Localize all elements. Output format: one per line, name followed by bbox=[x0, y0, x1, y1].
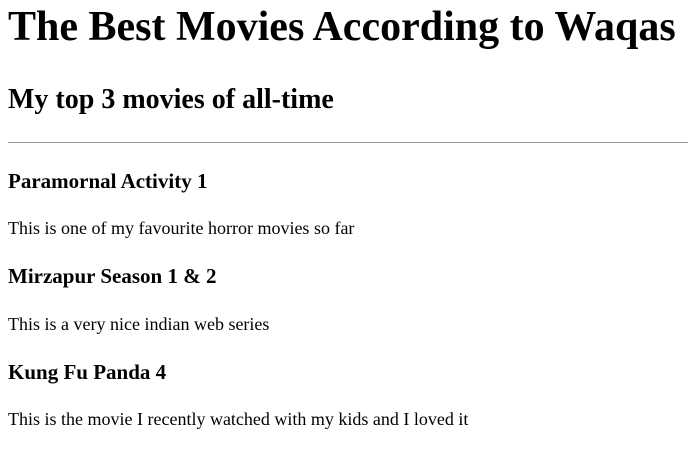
page-content: The Best Movies According to Waqas My to… bbox=[0, 0, 688, 430]
movie-description: This is a very nice indian web series bbox=[8, 314, 270, 334]
movie-item: Kung Fu Panda 4 This is the movie I rece… bbox=[8, 360, 688, 430]
divider bbox=[8, 142, 688, 143]
movie-title: Kung Fu Panda 4 bbox=[8, 360, 167, 384]
movie-item: Paramornal Activity 1 This is one of my … bbox=[8, 169, 688, 239]
movie-item: Mirzapur Season 1 & 2 This is a very nic… bbox=[8, 264, 688, 335]
page-title: The Best Movies According to Waqas bbox=[8, 4, 676, 50]
movie-description: This is one of my favourite horror movie… bbox=[8, 218, 355, 238]
movie-title: Paramornal Activity 1 bbox=[8, 169, 208, 193]
page-subtitle: My top 3 movies of all-time bbox=[8, 84, 334, 115]
movie-description: This is the movie I recently watched wit… bbox=[8, 409, 469, 429]
movie-title: Mirzapur Season 1 & 2 bbox=[8, 264, 217, 288]
